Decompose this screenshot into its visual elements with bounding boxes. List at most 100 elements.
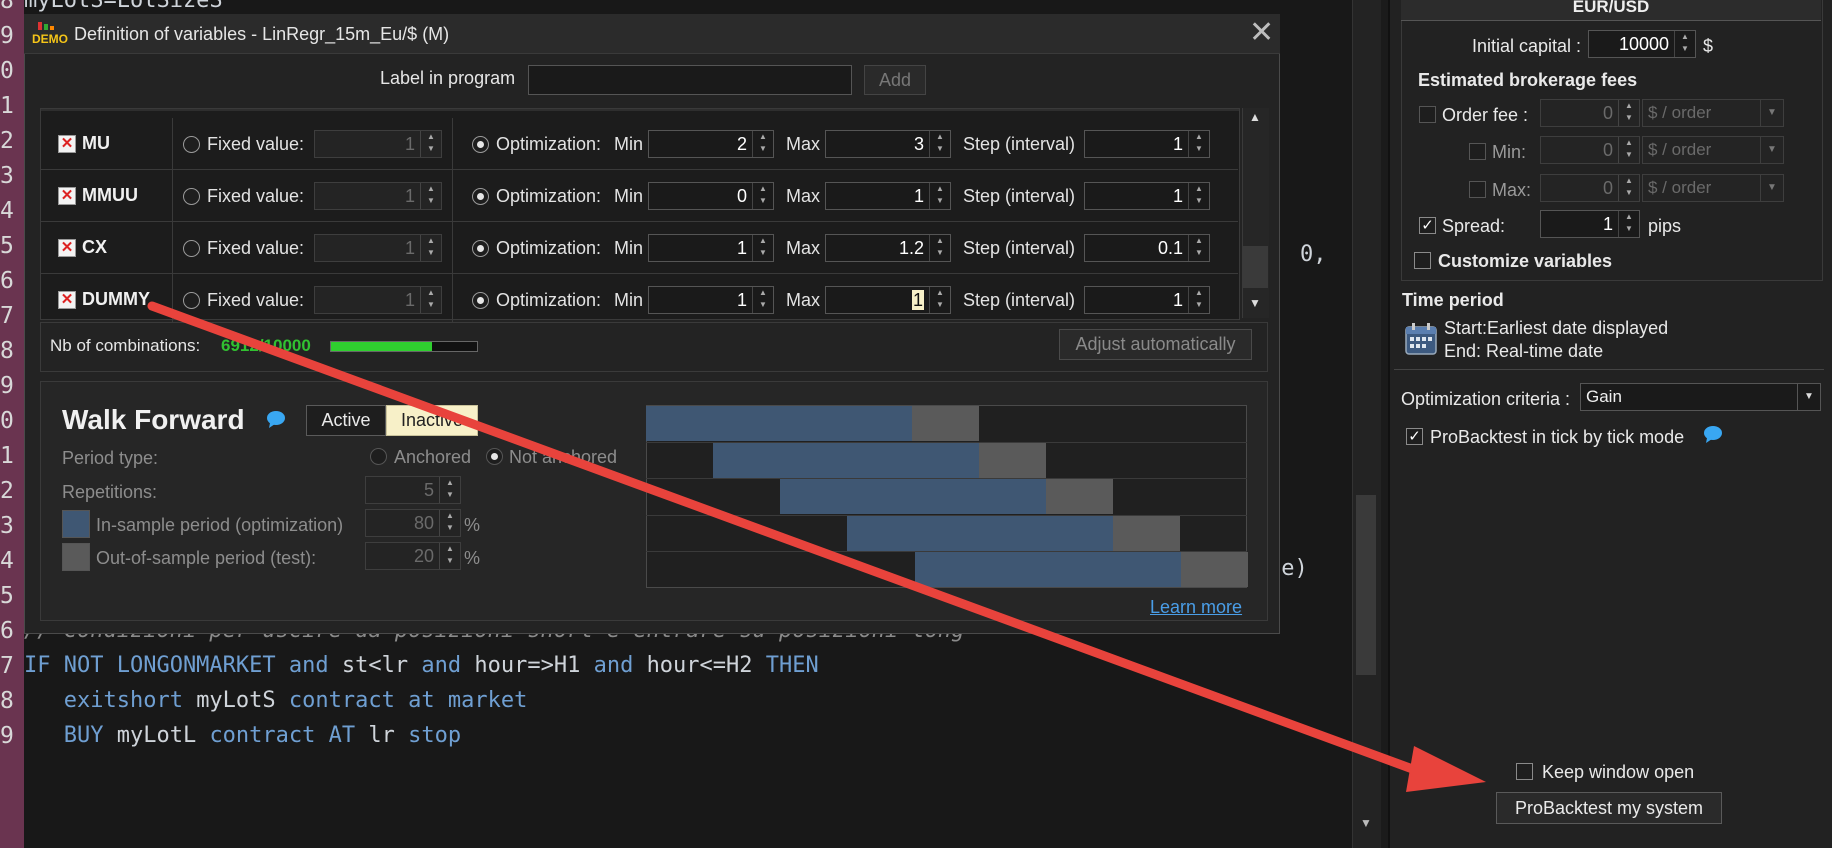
optimization-radio[interactable] — [472, 188, 489, 205]
optimization-radio[interactable] — [472, 136, 489, 153]
out-sample-bar — [1046, 479, 1113, 514]
code-line[interactable]: exitshort myLotS contract at market — [24, 688, 528, 713]
remove-variable-icon[interactable]: ✕ — [58, 187, 76, 205]
fixed-value-input[interactable]: 1 ▲ ▼ — [314, 234, 442, 262]
editor-scrollbar[interactable] — [1352, 0, 1381, 848]
fixed-value-radio[interactable] — [183, 292, 200, 309]
max-input[interactable]: 3 ▲ ▼ — [825, 130, 951, 158]
max-fee-input[interactable]: 0 ▲ ▼ — [1540, 174, 1640, 202]
repetitions-input[interactable]: 5 ▲ ▼ — [365, 476, 461, 504]
min-fee-input[interactable]: 0 ▲ ▼ — [1540, 136, 1640, 164]
spinner-arrows-icon[interactable]: ▲ ▼ — [1674, 31, 1695, 57]
walk-forward-active-toggle[interactable]: Active — [306, 405, 386, 436]
scroll-down-icon[interactable]: ▼ — [1242, 296, 1268, 310]
chevron-down-icon: ▼ — [1760, 137, 1783, 163]
step-input[interactable]: 0.1 ▲ ▼ — [1084, 234, 1210, 262]
keep-window-open-checkbox[interactable] — [1516, 763, 1533, 780]
spinner-arrows-icon[interactable]: ▲ ▼ — [1618, 211, 1639, 237]
spread-checkbox[interactable]: ✓ — [1419, 217, 1436, 234]
step-input[interactable]: 1 ▲ ▼ — [1084, 130, 1210, 158]
spinner-arrows-icon[interactable]: ▲ ▼ — [1188, 287, 1209, 313]
cell-separator — [452, 170, 453, 222]
fixed-value-radio[interactable] — [183, 240, 200, 257]
max-input[interactable]: 1 ▲ ▼ — [825, 286, 951, 314]
order-fee-input[interactable]: 0 ▲ ▼ — [1540, 99, 1640, 127]
fixed-value-input[interactable]: 1 ▲ ▼ — [314, 130, 442, 158]
spinner-arrows-icon[interactable]: ▲ ▼ — [752, 235, 773, 261]
list-scrollbar-thumb[interactable] — [1242, 246, 1268, 288]
min-input[interactable]: 1 ▲ ▼ — [648, 286, 774, 314]
spinner-arrows-icon[interactable]: ▲ ▼ — [420, 235, 441, 261]
fixed-value-input[interactable]: 1 ▲ ▼ — [314, 286, 442, 314]
initial-capital-input[interactable]: 10000 ▲ ▼ — [1588, 30, 1696, 58]
in-sample-input[interactable]: 80 ▲ ▼ — [365, 509, 461, 537]
spinner-arrows-icon[interactable]: ▲ ▼ — [420, 131, 441, 157]
spinner-arrows-icon[interactable]: ▲ ▼ — [1618, 137, 1639, 163]
info-bubble-icon[interactable] — [1703, 425, 1723, 443]
order-fee-unit-select[interactable]: $ / order ▼ — [1642, 99, 1784, 127]
optimization-criteria-label: Optimization criteria : — [1401, 389, 1571, 409]
min-input[interactable]: 1 ▲ ▼ — [648, 234, 774, 262]
spinner-arrows-icon[interactable]: ▲ ▼ — [1618, 100, 1639, 126]
max-fee-unit-select[interactable]: $ / order ▼ — [1642, 174, 1784, 202]
tick-by-tick-checkbox[interactable]: ✓ — [1406, 428, 1423, 445]
spinner-arrows-icon[interactable]: ▲ ▼ — [929, 183, 950, 209]
code-line[interactable]: myLotS=LotSizeS — [24, 0, 223, 13]
max-fee-label: Max: — [1492, 180, 1532, 200]
fixed-value-radio[interactable] — [183, 136, 200, 153]
adjust-automatically-button[interactable]: Adjust automatically — [1059, 329, 1252, 360]
remove-variable-icon[interactable]: ✕ — [58, 291, 76, 309]
label-in-program-input[interactable] — [528, 65, 852, 95]
max-input[interactable]: 1 ▲ ▼ — [825, 182, 951, 210]
optimization-criteria-select[interactable]: Gain ▼ — [1580, 383, 1821, 411]
code-line[interactable]: BUY myLotL contract AT lr stop — [24, 723, 461, 748]
order-fee-checkbox[interactable] — [1419, 106, 1436, 123]
spinner-arrows-icon[interactable]: ▲ ▼ — [752, 183, 773, 209]
out-sample-input[interactable]: 20 ▲ ▼ — [365, 542, 461, 570]
walk-forward-inactive-toggle[interactable]: Inactive — [386, 405, 478, 436]
line-number: 6 — [0, 268, 14, 294]
code-line[interactable]: IF NOT LONGONMARKET and st<lr and hour=>… — [24, 653, 819, 678]
spinner-arrows-icon[interactable]: ▲ ▼ — [1188, 235, 1209, 261]
spinner-arrows-icon[interactable]: ▲ ▼ — [439, 543, 460, 569]
spinner-arrows-icon[interactable]: ▲ ▼ — [439, 477, 460, 503]
min-fee-checkbox[interactable] — [1469, 143, 1486, 160]
probacktest-button[interactable]: ProBacktest my system — [1496, 792, 1722, 824]
fixed-value-input[interactable]: 1 ▲ ▼ — [314, 182, 442, 210]
spinner-arrows-icon[interactable]: ▲ ▼ — [929, 235, 950, 261]
calendar-icon[interactable] — [1404, 322, 1438, 356]
anchored-radio[interactable] — [370, 448, 387, 465]
scroll-down-icon[interactable]: ▼ — [1356, 816, 1376, 830]
max-input[interactable]: 1.2 ▲ ▼ — [825, 234, 951, 262]
optimization-radio[interactable] — [472, 240, 489, 257]
spinner-arrows-icon[interactable]: ▲ ▼ — [1618, 175, 1639, 201]
close-icon[interactable]: ✕ — [1249, 18, 1274, 48]
step-input[interactable]: 1 ▲ ▼ — [1084, 286, 1210, 314]
min-input[interactable]: 2 ▲ ▼ — [648, 130, 774, 158]
spinner-arrows-icon[interactable]: ▲ ▼ — [420, 183, 441, 209]
learn-more-link[interactable]: Learn more — [1150, 597, 1242, 618]
remove-variable-icon[interactable]: ✕ — [58, 135, 76, 153]
spinner-arrows-icon[interactable]: ▲ ▼ — [1188, 183, 1209, 209]
customize-variables-checkbox[interactable] — [1414, 252, 1431, 269]
info-bubble-icon[interactable] — [266, 410, 286, 428]
min-input[interactable]: 0 ▲ ▼ — [648, 182, 774, 210]
spinner-arrows-icon[interactable]: ▲ ▼ — [420, 287, 441, 313]
scroll-up-icon[interactable]: ▲ — [1242, 110, 1268, 124]
spinner-arrows-icon[interactable]: ▲ ▼ — [929, 287, 950, 313]
max-fee-checkbox[interactable] — [1469, 181, 1486, 198]
spinner-arrows-icon[interactable]: ▲ ▼ — [752, 287, 773, 313]
min-fee-unit-select[interactable]: $ / order ▼ — [1642, 136, 1784, 164]
remove-variable-icon[interactable]: ✕ — [58, 239, 76, 257]
spread-input[interactable]: 1 ▲ ▼ — [1540, 210, 1640, 238]
spinner-arrows-icon[interactable]: ▲ ▼ — [1188, 131, 1209, 157]
spinner-arrows-icon[interactable]: ▲ ▼ — [439, 510, 460, 536]
add-button[interactable]: Add — [864, 65, 926, 95]
fixed-value-radio[interactable] — [183, 188, 200, 205]
spinner-arrows-icon[interactable]: ▲ ▼ — [929, 131, 950, 157]
not-anchored-radio[interactable] — [486, 448, 503, 465]
step-input[interactable]: 1 ▲ ▼ — [1084, 182, 1210, 210]
spinner-arrows-icon[interactable]: ▲ ▼ — [752, 131, 773, 157]
optimization-radio[interactable] — [472, 292, 489, 309]
editor-scrollbar-thumb[interactable] — [1356, 495, 1376, 675]
